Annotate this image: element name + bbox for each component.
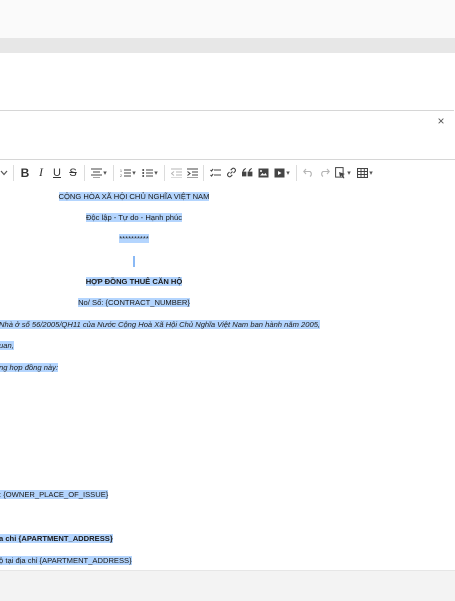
contract-title-line: HỢP ĐỒNG THUÊ CĂN HỘ: [0, 277, 268, 287]
national-title: CỘNG HÒA XÃ HỘI CHỦ NGHĨA VIỆT NAM: [58, 192, 210, 201]
bold-button[interactable]: B: [17, 163, 33, 183]
legal-basis-line: Nhà ở số 56/2005/QH11 của Nước Cộng Hoà …: [0, 320, 321, 330]
image-icon: [258, 168, 268, 177]
chevron-down-icon: ▾: [154, 169, 158, 177]
contract-number: No/ Số: {CONTRACT_NUMBER}: [78, 298, 190, 307]
outdent-button[interactable]: [168, 163, 184, 183]
contract-no-line: No/ Số: {CONTRACT_NUMBER}: [0, 298, 268, 308]
toolbar-separator: [296, 164, 297, 181]
table-icon: [357, 167, 369, 178]
redo-button[interactable]: [316, 163, 332, 183]
agreement-text: ng hợp đồng này:: [0, 363, 59, 372]
toolbar-separator: [113, 164, 114, 181]
media-icon: [274, 168, 285, 177]
outdent-icon: [170, 167, 182, 178]
indent-icon: [186, 167, 198, 178]
stars-line: **********: [0, 234, 268, 244]
quote-icon: [241, 168, 252, 177]
redo-icon: [320, 168, 330, 177]
apartment-address-line: ộ tại địa chỉ {APARTMENT_ADDRESS}: [0, 556, 132, 566]
strikethrough-button[interactable]: S: [65, 163, 81, 183]
todo-list-button[interactable]: [207, 163, 223, 183]
apartment-address-heading-line: a chỉ {APARTMENT_ADDRESS}: [0, 534, 113, 544]
owner-issue-line: : {OWNER_PLACE_OF_ISSUE}: [0, 490, 109, 500]
search-row: ×: [0, 110, 454, 135]
align-icon: [91, 167, 103, 178]
chevron-down-icon: ▾: [132, 169, 136, 177]
undo-icon: [302, 168, 312, 177]
chevron-down-icon: ▾: [103, 169, 107, 177]
numbered-list-icon: 12: [120, 169, 132, 178]
basis-text: uan,: [0, 341, 14, 350]
toolbar-separator: [164, 164, 165, 181]
bulleted-list-button[interactable]: ▾: [139, 163, 161, 183]
paste-from-office-button[interactable]: ▾: [332, 163, 354, 183]
svg-text:1: 1: [120, 169, 122, 173]
chevron-down-icon: ▾: [286, 169, 290, 177]
close-icon[interactable]: ×: [434, 114, 448, 128]
indent-button[interactable]: [184, 163, 200, 183]
media-embed-button[interactable]: ▾: [271, 163, 293, 183]
agreement-line: ng hợp đồng này:: [0, 363, 59, 373]
chevron-down-icon[interactable]: [0, 163, 10, 183]
italic-button[interactable]: I: [33, 163, 49, 183]
basis-line-2: uan,: [0, 341, 14, 351]
legal-basis: Nhà ở số 56/2005/QH11 của Nước Cộng Hoà …: [0, 320, 321, 329]
insert-table-button[interactable]: ▾: [354, 163, 376, 183]
spacer: [0, 133, 455, 159]
bottom-bar: [0, 570, 455, 601]
bulleted-list-icon: [142, 168, 154, 177]
chevron-down-icon: ▾: [369, 169, 373, 177]
svg-text:2: 2: [120, 174, 122, 178]
header-band: [0, 38, 455, 53]
editor-toolbar: B I U S ▾ 12 ▾ ▾ ▾ ▾ ▾: [0, 159, 455, 186]
top-area: [0, 0, 455, 38]
paste-icon: [335, 166, 346, 178]
toolbar-separator: [13, 164, 14, 181]
todo-list-icon: [209, 168, 221, 177]
align-button[interactable]: ▾: [88, 163, 110, 183]
contract-title: HỢP ĐỒNG THUÊ CĂN HỘ: [85, 277, 183, 286]
blockquote-button[interactable]: [239, 163, 255, 183]
numbered-list-button[interactable]: 12 ▾: [117, 163, 139, 183]
stars-divider: **********: [119, 234, 149, 243]
apartment-address-heading: a chỉ {APARTMENT_ADDRESS}: [0, 534, 113, 543]
link-button[interactable]: [223, 163, 239, 183]
toolbar-separator: [84, 164, 85, 181]
toolbar-separator: [203, 164, 204, 181]
owner-place-of-issue: : {OWNER_PLACE_OF_ISSUE}: [0, 490, 109, 499]
underline-button[interactable]: U: [49, 163, 65, 183]
chevron-down-icon: ▾: [347, 169, 351, 177]
empty-line-selection: [133, 256, 135, 267]
undo-button[interactable]: [300, 163, 316, 183]
motto: Độc lập - Tự do - Hạnh phúc: [85, 213, 183, 222]
motto-line: Độc lập - Tự do - Hạnh phúc: [0, 213, 268, 223]
blank-panel: [0, 53, 455, 110]
insert-image-button[interactable]: [255, 163, 271, 183]
search-input[interactable]: [2, 111, 436, 135]
heading-line: CỘNG HÒA XÃ HỘI CHỦ NGHĨA VIỆT NAM: [0, 192, 268, 202]
apartment-address: ộ tại địa chỉ {APARTMENT_ADDRESS}: [0, 556, 132, 565]
link-icon: [226, 167, 236, 178]
editor-content[interactable]: CỘNG HÒA XÃ HỘI CHỦ NGHĨA VIỆT NAM Độc l…: [0, 185, 455, 570]
